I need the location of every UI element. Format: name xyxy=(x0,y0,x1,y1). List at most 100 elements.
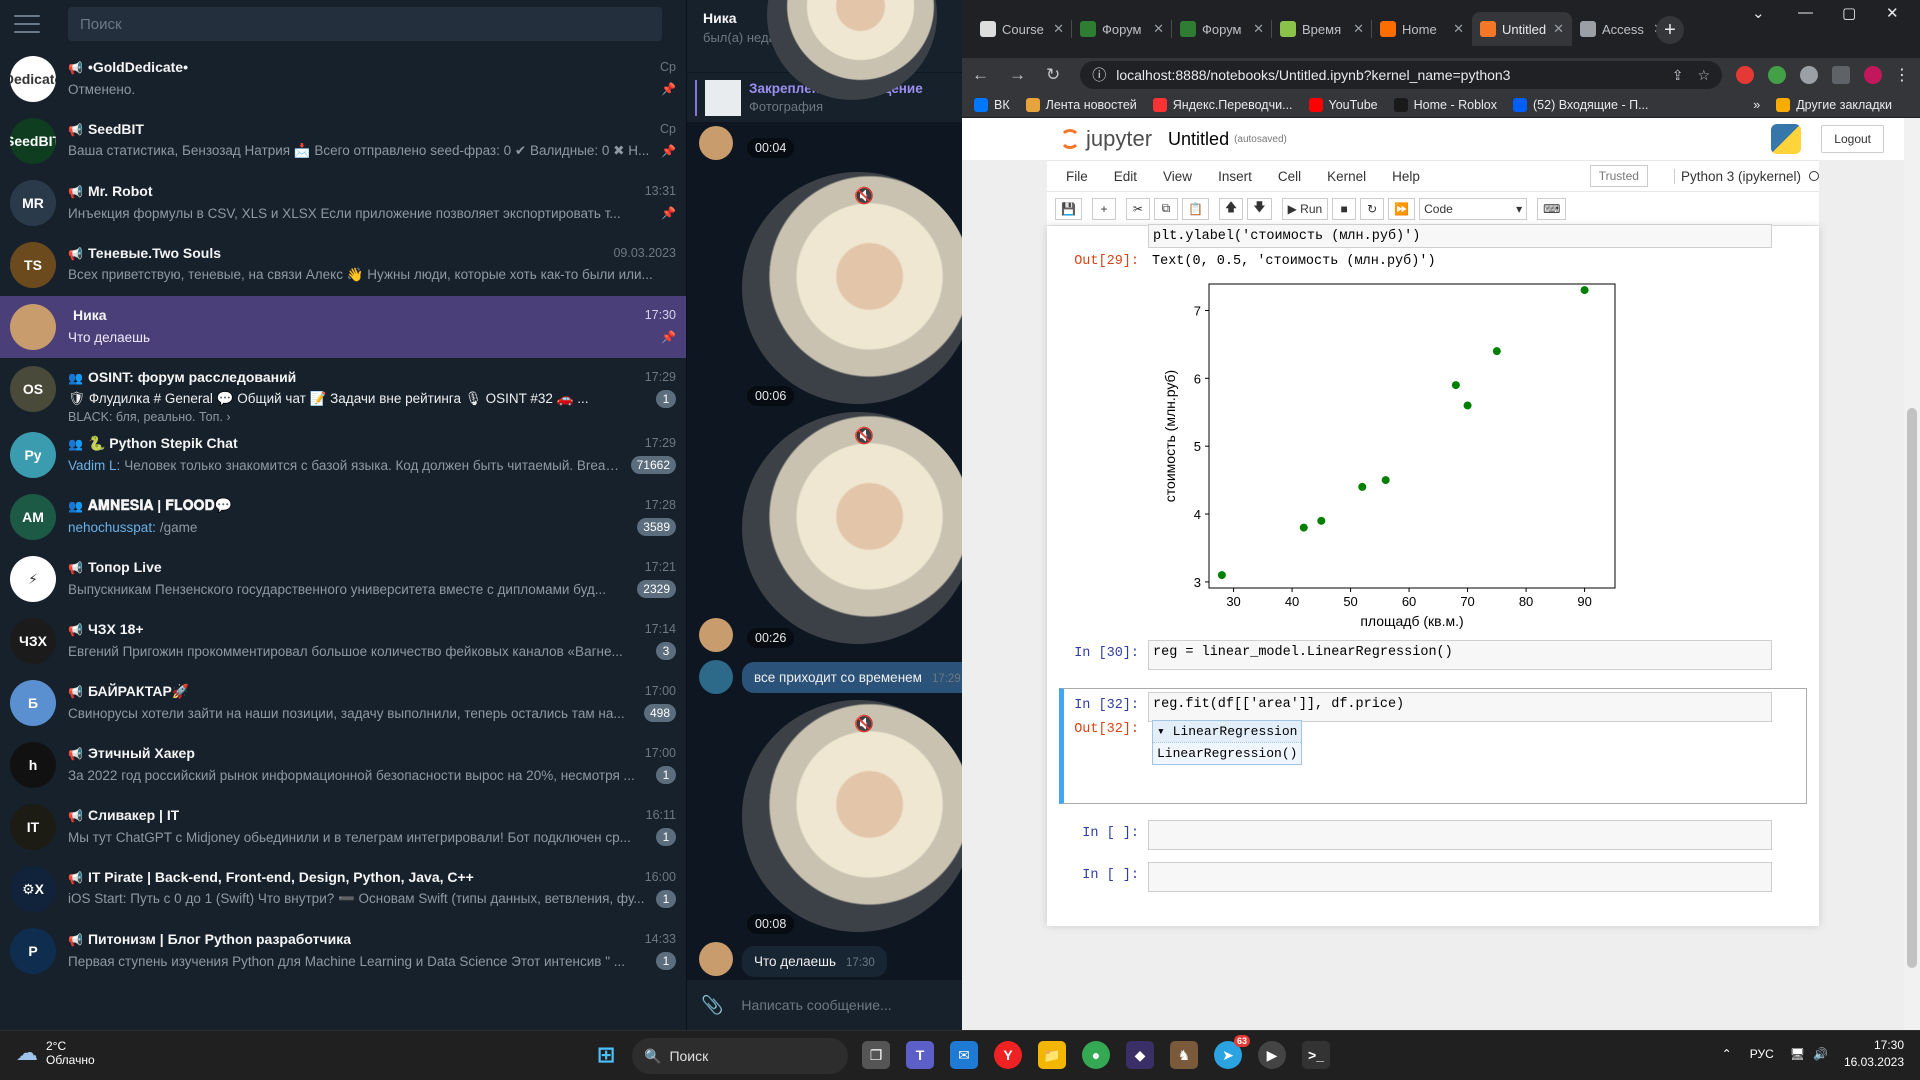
menu-help[interactable]: Help xyxy=(1379,169,1433,184)
terminal-icon[interactable]: >_ xyxy=(1302,1041,1330,1069)
file-explorer-icon[interactable]: 📁 xyxy=(1038,1041,1066,1069)
my-avatar[interactable] xyxy=(699,660,733,694)
new-tab-button[interactable]: + xyxy=(1656,16,1684,44)
browser-tab[interactable]: Home ✕ xyxy=(1372,12,1472,46)
outgoing-message[interactable]: все приходит со временем 17:29 xyxy=(742,662,962,693)
save-icon[interactable]: 💾 xyxy=(1055,197,1082,220)
cut-icon[interactable]: ✂ xyxy=(1125,197,1150,220)
tab-close-icon[interactable]: ✕ xyxy=(1353,21,1364,37)
video-note[interactable]: 🔇 xyxy=(742,700,962,932)
chat-row[interactable]: OS 👥 OSINT: форум расследований 17:29 🛡 Флуд… xyxy=(0,358,686,424)
message-composer[interactable]: 📎 Написать сообщение... xyxy=(687,980,962,1030)
bookmark-item[interactable]: Лента новостей xyxy=(1025,97,1137,112)
sender-avatar[interactable] xyxy=(699,618,733,652)
restart-icon[interactable]: ↻ xyxy=(1360,197,1385,220)
profile-avatar[interactable] xyxy=(1864,66,1882,84)
video-note[interactable]: 🔇 xyxy=(742,172,962,404)
mute-icon[interactable]: 🔇 xyxy=(854,426,874,446)
video-note[interactable]: 🔇 xyxy=(742,412,962,644)
keyboard-icon[interactable]: ⌨ xyxy=(1537,197,1567,220)
insert-cell-icon[interactable]: + xyxy=(1091,197,1116,220)
chat-row[interactable]: ⚡ 📢 Топор Live 17:21 Выпускникам Пензенского… xyxy=(0,548,686,610)
reload-icon[interactable]: ↻ xyxy=(1046,65,1060,85)
url-field[interactable]: ⓘ localhost:8888/notebooks/Untitled.ipyn… xyxy=(1080,61,1722,89)
chat-row[interactable]: MR 📢 Mr. Robot 13:31 Инъекция формулы в CSV,… xyxy=(0,172,686,234)
chat-row[interactable]: ЧЗХ 📢 ЧЗХ 18+ 17:14 Евгений Пригожин прокомм… xyxy=(0,610,686,672)
tab-close-icon[interactable]: ✕ xyxy=(1053,21,1064,37)
browser-tab[interactable]: Course ✕ xyxy=(972,12,1072,46)
sidepanel-icon[interactable] xyxy=(1832,66,1850,84)
restart-run-all-icon[interactable]: ⏩ xyxy=(1388,197,1416,220)
bookmark-item[interactable]: ВК xyxy=(974,97,1010,112)
chat-search-input[interactable]: Поиск xyxy=(68,7,662,41)
info-icon[interactable]: ⓘ xyxy=(1092,65,1106,85)
chat-row[interactable]: Ника 17:30 Что делаешь 📌 xyxy=(0,296,686,358)
chat-row[interactable]: IT 📢 Сливакер | IT 16:11 Мы тут ChatGPT с Mi… xyxy=(0,796,686,858)
teams-icon[interactable]: T xyxy=(906,1041,934,1069)
menu-cell[interactable]: Cell xyxy=(1265,169,1314,184)
notebook-name[interactable]: Untitled xyxy=(1168,129,1229,150)
estimator-header[interactable]: ▾ LinearRegression xyxy=(1153,721,1302,742)
tab-close-icon[interactable]: ✕ xyxy=(1253,21,1264,37)
menu-file[interactable]: File xyxy=(1053,169,1101,184)
copy-icon[interactable]: ⧉ xyxy=(1153,197,1178,220)
move-down-icon[interactable]: 🡇 xyxy=(1247,197,1272,220)
logout-button[interactable]: Logout xyxy=(1821,125,1884,153)
bookmark-item[interactable]: Яндекс.Переводчи... xyxy=(1152,97,1293,112)
mute-icon[interactable]: 🔇 xyxy=(854,714,874,734)
taskbar-search[interactable]: 🔍 Поиск xyxy=(632,1038,848,1074)
input-language[interactable]: РУС xyxy=(1750,1047,1774,1061)
bookmark-item[interactable]: YouTube xyxy=(1308,97,1378,112)
sender-avatar[interactable] xyxy=(699,942,733,976)
clock[interactable]: 17:30 16.03.2023 xyxy=(1844,1037,1904,1071)
game-icon[interactable]: ♞ xyxy=(1170,1041,1198,1069)
chat-row[interactable]: Py 👥 🐍 Python Stepik Chat 17:29 Vadim L: Чело… xyxy=(0,424,686,486)
bookmark-star-icon[interactable]: ☆ xyxy=(1697,67,1710,84)
chat-row[interactable]: AM 👥 𝐀𝐌𝐍𝐄𝐒𝐈𝐀 | 𝐅𝐋𝐎𝐎𝐃💬 17:28 nehochusspat:/ga… xyxy=(0,486,686,548)
telegram-icon[interactable]: ➤ 63 xyxy=(1214,1035,1250,1069)
url-text[interactable]: localhost:8888/notebooks/Untitled.ipynb?… xyxy=(1116,67,1657,83)
interrupt-icon[interactable]: ■ xyxy=(1332,197,1357,220)
mute-icon[interactable]: 🔇 xyxy=(854,186,874,206)
bookmark-item[interactable]: (52) Входящие - П... xyxy=(1513,97,1649,112)
weather-widget[interactable]: ☁ 2°C Облачно xyxy=(16,1039,95,1067)
share-icon[interactable]: ⇪ xyxy=(1672,67,1684,84)
start-icon[interactable]: ⊞ xyxy=(592,1041,620,1069)
browser-tab[interactable]: Форум ✕ xyxy=(1172,12,1272,46)
cell-type-select[interactable]: Code ▾ xyxy=(1419,197,1528,220)
chat-row[interactable]: TS 📢 Теневые.Two Souls 09.03.2023 Всех приве… xyxy=(0,234,686,296)
minimize-button[interactable]: — xyxy=(1798,4,1813,21)
chrome-icon[interactable]: ● xyxy=(1082,1041,1110,1069)
code-cell[interactable]: reg.fit(df[['area']], df.price) xyxy=(1148,692,1772,722)
app-icon[interactable]: ◆ xyxy=(1126,1041,1154,1069)
more-menu-icon[interactable]: ⋮ xyxy=(1894,65,1910,85)
task-view-icon[interactable]: ❐ xyxy=(862,1041,890,1069)
network-icon[interactable]: 🖥 xyxy=(1790,1047,1805,1061)
tab-close-icon[interactable]: ✕ xyxy=(1153,21,1164,37)
adblock-icon[interactable] xyxy=(1736,66,1754,84)
shield-extension-icon[interactable] xyxy=(1768,66,1786,84)
incoming-message[interactable]: Что делаешь 17:30 xyxy=(742,946,887,977)
estimator-display[interactable]: ▾ LinearRegression LinearRegression() xyxy=(1152,720,1303,765)
other-bookmarks[interactable]: Другие закладки xyxy=(1776,97,1892,112)
browser-tab[interactable]: Форум ✕ xyxy=(1072,12,1172,46)
back-icon[interactable]: ← xyxy=(972,65,989,85)
run-button[interactable]: ▶ Run xyxy=(1281,197,1329,220)
chat-row[interactable]: P 📢 Питонизм | Блог Python разработчика 14:… xyxy=(0,920,686,982)
chat-row[interactable]: Dedicate 📢 •GoldDedicate• Ср Отменено. 📌 xyxy=(0,48,686,110)
chat-row[interactable]: ⚙X 📢 IT Pirate | Back-end, Front-end, Desi… xyxy=(0,858,686,920)
code-cell[interactable]: reg = linear_model.LinearRegression() xyxy=(1148,640,1772,670)
menu-insert[interactable]: Insert xyxy=(1205,169,1265,184)
menu-kernel[interactable]: Kernel xyxy=(1314,169,1379,184)
sender-avatar[interactable] xyxy=(699,126,733,160)
maximize-button[interactable]: ▢ xyxy=(1842,4,1856,22)
chat-row[interactable]: Б 📢 БАЙРАКТАР🚀 17:00 Свинорусы хотели зайти … xyxy=(0,672,686,734)
bookmark-item[interactable]: Home - Roblox xyxy=(1393,97,1497,112)
menu-icon[interactable] xyxy=(14,15,40,33)
empty-code-cell[interactable] xyxy=(1148,820,1772,850)
close-window-button[interactable]: ✕ xyxy=(1886,4,1899,22)
extensions-icon[interactable] xyxy=(1800,66,1818,84)
media-player-icon[interactable]: ▶ xyxy=(1258,1041,1286,1069)
page-scrollbar[interactable] xyxy=(1904,118,1920,1030)
tab-close-icon[interactable]: ✕ xyxy=(1453,21,1464,37)
